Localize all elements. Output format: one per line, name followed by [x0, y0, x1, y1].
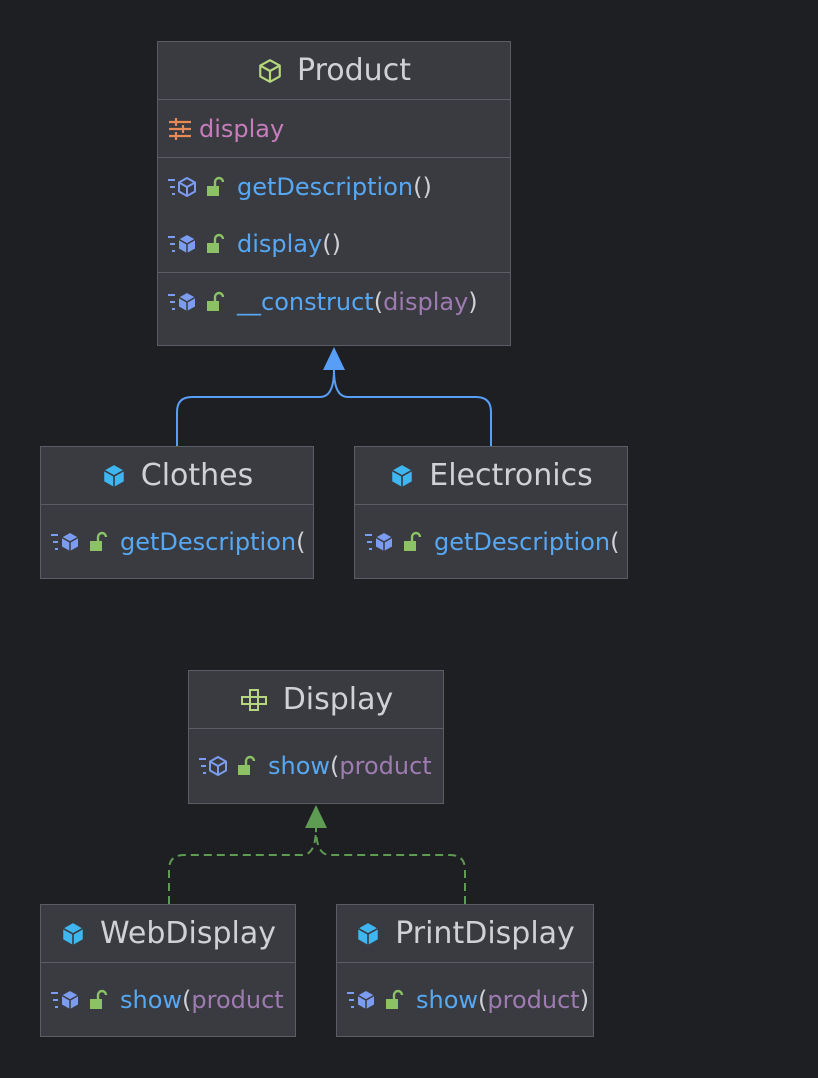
method-row[interactable]: show(product — [189, 729, 443, 803]
inheritance-arrowhead — [323, 347, 345, 370]
method-close-paren: ) — [422, 172, 432, 201]
class-header: WebDisplay — [41, 905, 295, 963]
class-box-webdisplay[interactable]: WebDisplay show(product — [40, 904, 296, 1037]
method-icon — [167, 232, 199, 256]
class-icon — [60, 921, 86, 947]
class-box-clothes[interactable]: Clothes getDescription( — [40, 446, 314, 579]
abstract-method-icon — [167, 175, 199, 199]
implements-line-webdisplay — [168, 827, 317, 904]
class-header: PrintDisplay — [337, 905, 593, 963]
constructor-params: display — [383, 287, 469, 316]
method-row[interactable]: show(product — [41, 963, 295, 1036]
implements-arrowhead — [305, 805, 327, 828]
method-open-paren: ( — [610, 528, 620, 556]
constructor-open-paren: ( — [373, 287, 384, 316]
public-lock-icon — [205, 233, 225, 255]
method-open-paren: ( — [330, 752, 340, 780]
method-name: show — [416, 986, 479, 1014]
method-row[interactable]: getDescription() — [158, 158, 510, 215]
method-open-paren: ( — [478, 986, 488, 1014]
class-header: Electronics — [355, 447, 627, 505]
method-open-paren: ( — [296, 528, 306, 556]
public-lock-icon — [88, 531, 108, 553]
class-box-electronics[interactable]: Electronics getDescription( — [354, 446, 628, 579]
constructor-name: __construct — [237, 287, 374, 316]
method-close-paren: ) — [579, 986, 590, 1014]
methods-section: getDescription( — [41, 505, 313, 578]
method-open-paren: ( — [413, 172, 423, 201]
methods-section: show(product) — [337, 963, 593, 1036]
abstract-method-icon — [198, 754, 230, 778]
class-name: Product — [297, 53, 411, 88]
public-lock-icon — [205, 176, 225, 198]
class-header: Product — [158, 42, 510, 100]
method-icon — [167, 290, 199, 314]
class-icon — [355, 921, 381, 947]
interface-box-display[interactable]: Display show(product — [188, 670, 444, 804]
method-row[interactable]: display() — [158, 215, 510, 272]
method-name: show — [268, 752, 331, 780]
method-params: product — [191, 986, 284, 1014]
methods-section: getDescription( — [355, 505, 627, 578]
method-icon — [364, 530, 396, 554]
method-name: getDescription — [237, 172, 414, 201]
method-row[interactable]: getDescription( — [41, 505, 313, 578]
method-name: getDescription — [434, 528, 611, 556]
methods-section: show(product — [189, 729, 443, 803]
method-name: show — [120, 986, 183, 1014]
method-params: product — [487, 986, 580, 1014]
class-box-product[interactable]: Product display getDescription() display… — [157, 41, 511, 346]
class-icon — [389, 463, 415, 489]
class-icon — [101, 463, 127, 489]
class-name: Electronics — [429, 458, 593, 493]
interface-icon — [239, 688, 269, 712]
field-name: display — [199, 114, 285, 143]
field-row[interactable]: display — [158, 100, 510, 157]
methods-section: getDescription() display() — [158, 158, 510, 273]
constructor-close-paren: ) — [468, 287, 478, 316]
public-lock-icon — [205, 291, 225, 313]
class-header: Display — [189, 671, 443, 729]
class-name: Clothes — [140, 458, 254, 493]
method-name: getDescription — [120, 528, 297, 556]
class-box-printdisplay[interactable]: PrintDisplay show(product) — [336, 904, 594, 1037]
implements-line-printdisplay — [315, 827, 466, 904]
class-name: WebDisplay — [100, 916, 276, 951]
method-icon — [50, 988, 82, 1012]
public-lock-icon — [236, 755, 256, 777]
class-header: Clothes — [41, 447, 313, 505]
method-row[interactable]: getDescription( — [355, 505, 627, 578]
field-icon — [167, 117, 193, 141]
class-name: Display — [282, 682, 394, 717]
inheritance-line-clothes — [176, 369, 335, 446]
public-lock-icon — [88, 989, 108, 1011]
constructor-section: __construct(display) — [158, 273, 510, 330]
class-name: PrintDisplay — [395, 916, 575, 951]
constructor-row[interactable]: __construct(display) — [158, 273, 510, 330]
method-params: product — [339, 752, 432, 780]
fields-section: display — [158, 100, 510, 158]
method-icon — [346, 988, 378, 1012]
public-lock-icon — [384, 989, 404, 1011]
inheritance-line-electronics — [333, 369, 492, 446]
method-icon — [50, 530, 82, 554]
method-close-paren: ) — [331, 229, 341, 258]
public-lock-icon — [402, 531, 422, 553]
method-open-paren: ( — [182, 986, 192, 1014]
abstract-class-icon — [257, 58, 283, 84]
methods-section: show(product — [41, 963, 295, 1036]
method-name: display — [237, 229, 323, 258]
method-open-paren: ( — [322, 229, 332, 258]
method-row[interactable]: show(product) — [337, 963, 593, 1036]
